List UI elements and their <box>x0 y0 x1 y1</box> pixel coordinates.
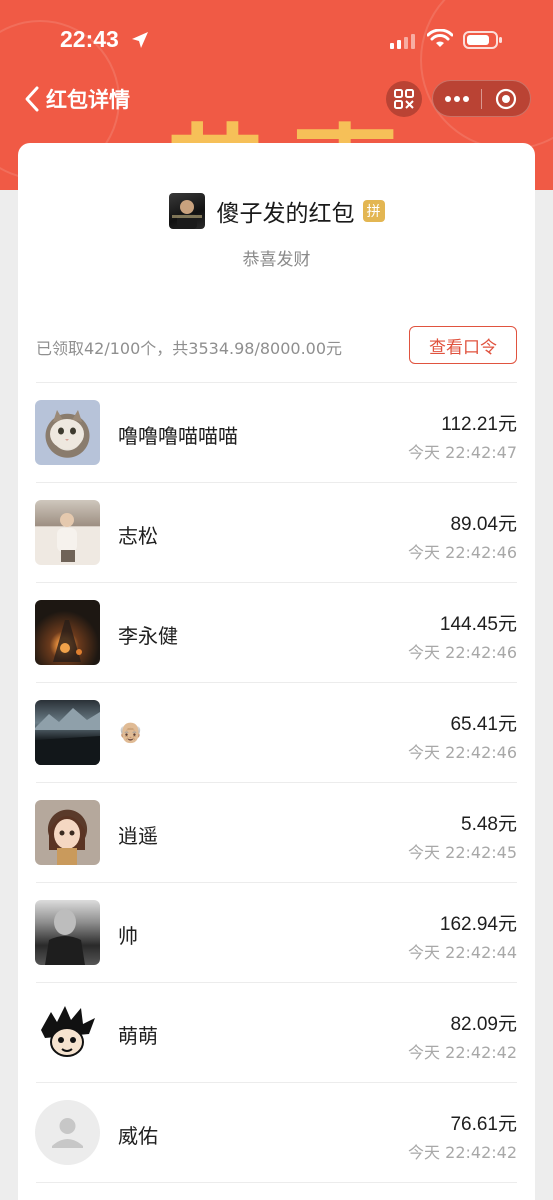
recipient-time: 今天 22:42:44 <box>408 943 517 962</box>
avatar <box>35 400 100 465</box>
sender-info: 傻子发的红包 拼 <box>18 191 535 231</box>
recipient-amount: 89.04元 <box>450 514 517 535</box>
recipient-time: 今天 22:42:42 <box>408 1143 517 1162</box>
recipient-name: 威佑 <box>118 1124 158 1148</box>
list-item[interactable]: 志松 89.04元 今天 22:42:46 <box>18 483 535 583</box>
recipient-time: 今天 22:42:47 <box>408 443 517 462</box>
recipient-name: 噜噜噜喵喵喵 <box>118 424 238 448</box>
avatar <box>35 500 100 565</box>
recipient-amount: 144.45元 <box>439 614 517 635</box>
avatar <box>35 800 100 865</box>
back-button[interactable]: 红包详情 <box>22 82 130 116</box>
recipient-amount: 65.41元 <box>450 714 517 735</box>
location-arrow-icon <box>132 32 148 48</box>
view-command-button[interactable]: 查看口令 <box>409 326 517 364</box>
sender-avatar-image <box>171 200 202 229</box>
recipient-name: 萌萌 <box>118 1024 158 1048</box>
avatar <box>35 1000 100 1065</box>
list-item[interactable]: 帅 162.94元 今天 22:42:44 <box>18 883 535 983</box>
claim-summary: 已领取42/100个，共3534.98/8000.00元 <box>36 339 343 358</box>
recipient-time: 今天 22:42:42 <box>408 1043 517 1062</box>
blessing-text: 恭喜发财 <box>242 250 311 270</box>
battery-icon <box>463 31 502 49</box>
recipient-name: 志松 <box>118 524 158 548</box>
recipient-name: 逍遥 <box>118 824 158 848</box>
group-packet-badge: 拼 <box>362 200 385 222</box>
close-mini-program-button[interactable] <box>482 81 530 116</box>
list-item[interactable]: 威佑 76.61元 今天 22:42:42 <box>18 1083 535 1183</box>
recipient-time: 今天 22:42:45 <box>408 843 517 862</box>
avatar <box>35 600 100 665</box>
scan-icon <box>394 89 414 109</box>
recipient-amount: 112.21元 <box>441 414 517 435</box>
cellular-signal-icon <box>390 34 415 49</box>
recipient-amount: 82.09元 <box>450 1014 517 1035</box>
recipient-name: 帅 <box>118 924 138 948</box>
wifi-icon <box>427 29 453 47</box>
recipient-list: 噜噜噜喵喵喵 112.21元 今天 22:42:47 志松 89.04元 今天 … <box>18 383 535 1183</box>
recipient-amount: 76.61元 <box>450 1114 517 1135</box>
more-button[interactable] <box>433 81 481 116</box>
list-item[interactable]: 噜噜噜喵喵喵 112.21元 今天 22:42:47 <box>18 383 535 483</box>
default-avatar-icon <box>35 1100 100 1165</box>
list-item[interactable]: 李永健 144.45元 今天 22:42:46 <box>18 583 535 683</box>
recipient-time: 今天 22:42:46 <box>408 743 517 762</box>
target-circle-icon <box>495 88 517 109</box>
status-bar: 22:43 <box>0 0 553 82</box>
list-item[interactable]: 👴🏼 65.41元 今天 22:42:46 <box>18 683 535 783</box>
more-dots-icon <box>445 95 469 102</box>
mini-program-capsule <box>432 80 531 117</box>
row-divider <box>36 1182 517 1183</box>
sender-name: 傻子发的红包 <box>216 201 355 227</box>
avatar <box>35 900 100 965</box>
recipient-amount: 162.94元 <box>439 914 517 935</box>
scan-button[interactable] <box>386 81 422 117</box>
sender-avatar <box>168 193 205 229</box>
recipient-time: 今天 22:42:46 <box>408 643 517 662</box>
recipient-name: 李永健 <box>118 624 178 648</box>
recipient-time: 今天 22:42:46 <box>408 543 517 562</box>
nav-title: 红包详情 <box>46 88 130 112</box>
list-item[interactable]: 逍遥 5.48元 今天 22:42:45 <box>18 783 535 883</box>
status-time: 22:43 <box>60 26 119 52</box>
avatar <box>35 700 100 765</box>
list-item[interactable]: 萌萌 82.09元 今天 22:42:42 <box>18 983 535 1083</box>
red-packet-detail-card: 傻子发的红包 拼 恭喜发财 已领取42/100个，共3534.98/8000.0… <box>18 143 535 1200</box>
recipient-name: 👴🏼 <box>118 720 143 744</box>
chevron-left-icon <box>25 86 39 112</box>
recipient-amount: 5.48元 <box>461 814 517 835</box>
